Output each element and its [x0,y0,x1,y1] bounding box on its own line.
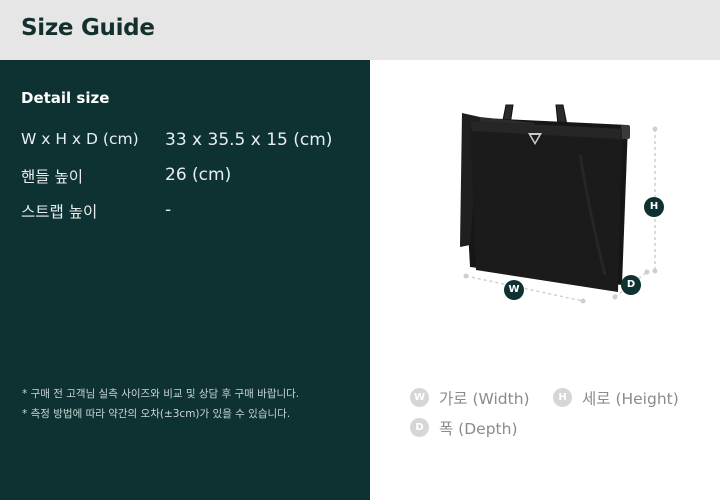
note: * 구매 전 고객님 실측 사이즈와 비교 및 상담 후 구매 바랍니다. [22,388,300,400]
spec-label: 스트랩 높이 [21,203,98,221]
spec-value: - [165,200,172,220]
legend-badge: D [410,418,429,437]
legend-label: 가로 (Width) [439,390,530,408]
spec-row-strap: 스트랩 높이 - [21,200,351,224]
spec-row-dimensions: W x H x D (cm) 33 x 35.5 x 15 (cm) [21,130,351,154]
legend-badge: W [410,388,429,407]
detail-panel: Detail size W x H x D (cm) 33 x 35.5 x 1… [0,60,370,500]
product-diagram: H W D [440,95,680,310]
spec-value: 33 x 35.5 x 15 (cm) [165,130,333,150]
legend-badge: H [553,388,572,407]
spec-label: 핸들 높이 [21,168,83,186]
notes: * 구매 전 고객님 실측 사이즈와 비교 및 상담 후 구매 바랍니다. * … [22,384,362,424]
spec-value: 26 (cm) [165,165,232,185]
spec-label: W x H x D (cm) [21,130,139,148]
depth-badge: D [621,275,641,295]
note: * 측정 방법에 따라 약간의 오차(±3cm)가 있을 수 있습니다. [22,408,291,420]
spec-row-handle: 핸들 높이 26 (cm) [21,165,351,189]
page-title: Size Guide [21,15,155,41]
legend: W 가로 (Width) H 세로 (Height) D 폭 (Depth) [410,385,710,445]
legend-label: 세로 (Height) [582,390,679,408]
legend-label: 폭 (Depth) [439,420,518,438]
header: Size Guide [0,0,720,60]
height-badge: H [644,197,664,217]
detail-title: Detail size [21,89,110,107]
width-badge: W [504,280,524,300]
